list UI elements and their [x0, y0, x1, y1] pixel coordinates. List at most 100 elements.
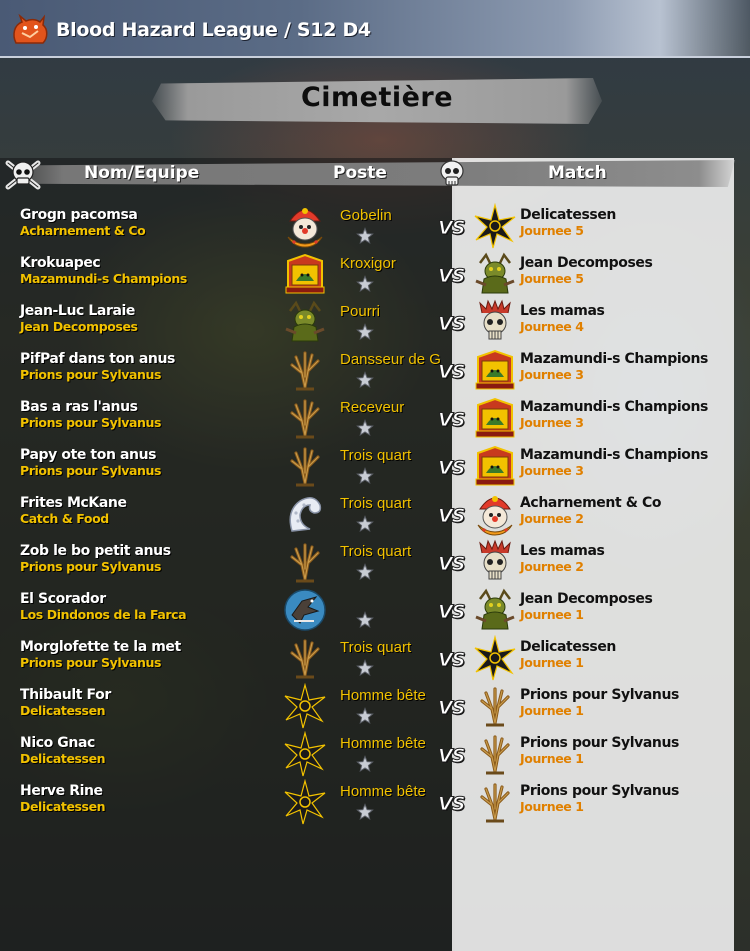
- lizardmen-logo-icon[interactable]: [282, 251, 328, 297]
- column-header-name-team[interactable]: Nom/Equipe: [84, 163, 199, 183]
- match-round[interactable]: Journee 2: [520, 511, 584, 526]
- casualty-row: Nico Gnac Delicatessen Homme bête VS Pri…: [0, 730, 750, 783]
- nurgle-logo-icon[interactable]: [472, 251, 518, 297]
- bird-logo-icon[interactable]: [282, 587, 328, 633]
- match-round[interactable]: Journee 1: [520, 799, 584, 814]
- player-name[interactable]: El Scorador: [20, 591, 106, 607]
- star-icon: [356, 323, 374, 341]
- match-round[interactable]: Journee 3: [520, 415, 584, 430]
- casualty-row: Grogn pacomsa Acharnement & Co Gobelin V…: [0, 202, 750, 255]
- player-team[interactable]: Delicatessen: [20, 799, 106, 814]
- vs-label: VS: [437, 409, 465, 432]
- match-round[interactable]: Journee 1: [520, 655, 584, 670]
- opponent-team[interactable]: Delicatessen: [520, 639, 616, 655]
- match-round[interactable]: Journee 5: [520, 271, 584, 286]
- opponent-team[interactable]: Mazamundi-s Champions: [520, 447, 708, 463]
- player-team[interactable]: Catch & Food: [20, 511, 109, 526]
- player-team[interactable]: Delicatessen: [20, 703, 106, 718]
- player-team[interactable]: Jean Decomposes: [20, 319, 138, 334]
- opponent-team[interactable]: Mazamundi-s Champions: [520, 399, 708, 415]
- player-team[interactable]: Prions pour Sylvanus: [20, 655, 162, 670]
- player-name[interactable]: Frites McKane: [20, 495, 127, 511]
- match-round[interactable]: Journee 4: [520, 319, 584, 334]
- clown-logo-icon[interactable]: [472, 491, 518, 537]
- treeman-logo-icon[interactable]: [472, 731, 518, 777]
- treeman-logo-icon[interactable]: [472, 779, 518, 825]
- page-title: Cimetière: [300, 82, 454, 113]
- star-icon: [356, 803, 374, 821]
- star-icon: [356, 563, 374, 581]
- tentacle-logo-icon[interactable]: [282, 491, 328, 537]
- player-name[interactable]: Thibault For: [20, 687, 111, 703]
- player-name[interactable]: Jean-Luc Laraie: [20, 303, 135, 319]
- opponent-team[interactable]: Jean Decomposes: [520, 591, 653, 607]
- vs-label: VS: [437, 601, 465, 624]
- vs-label: VS: [437, 745, 465, 768]
- match-round[interactable]: Journee 1: [520, 703, 584, 718]
- lizardmen-logo-icon[interactable]: [472, 395, 518, 441]
- lizardmen-logo-icon[interactable]: [472, 443, 518, 489]
- treeman-logo-icon[interactable]: [282, 395, 328, 441]
- chaos-star-logo-icon[interactable]: [282, 682, 328, 729]
- player-team[interactable]: Delicatessen: [20, 751, 106, 766]
- opponent-team[interactable]: Mazamundi-s Champions: [520, 351, 708, 367]
- player-team[interactable]: Prions pour Sylvanus: [20, 367, 162, 382]
- star-icon: [356, 227, 374, 245]
- league-title[interactable]: Blood Hazard League / S12 D4: [56, 19, 371, 41]
- player-name[interactable]: Zob le bo petit anus: [20, 543, 171, 559]
- player-team[interactable]: Mazamundi-s Champions: [20, 271, 187, 286]
- blood-hazard-logo-icon[interactable]: [10, 13, 50, 49]
- player-name[interactable]: Papy ote ton anus: [20, 447, 157, 463]
- treeman-logo-icon[interactable]: [282, 635, 328, 681]
- opponent-team[interactable]: Les mamas: [520, 543, 605, 559]
- treeman-logo-icon[interactable]: [282, 539, 328, 585]
- match-round[interactable]: Journee 3: [520, 463, 584, 478]
- match-round[interactable]: Journee 2: [520, 559, 584, 574]
- opponent-team[interactable]: Acharnement & Co: [520, 495, 662, 511]
- opponent-team[interactable]: Prions pour Sylvanus: [520, 687, 679, 703]
- casualty-row: Zob le bo petit anus Prions pour Sylvanu…: [0, 539, 750, 591]
- player-team[interactable]: Los Dindonos de la Farca: [20, 607, 187, 622]
- opponent-team[interactable]: Les mamas: [520, 303, 605, 319]
- opponent-team[interactable]: Delicatessen: [520, 207, 616, 223]
- match-round[interactable]: Journee 5: [520, 223, 584, 238]
- player-name[interactable]: Nico Gnac: [20, 735, 95, 751]
- nurgle-logo-icon[interactable]: [472, 587, 518, 633]
- opponent-team[interactable]: Prions pour Sylvanus: [520, 735, 679, 751]
- casualty-row: Morglofette te la met Prions pour Sylvan…: [0, 634, 750, 687]
- treeman-logo-icon[interactable]: [472, 683, 518, 729]
- player-name[interactable]: Grogn pacomsa: [20, 207, 138, 223]
- column-header-position[interactable]: Poste: [333, 163, 387, 183]
- column-header-match[interactable]: Match: [548, 163, 607, 183]
- player-team[interactable]: Prions pour Sylvanus: [20, 463, 162, 478]
- chaos-star-logo-icon[interactable]: [472, 202, 518, 249]
- nurgle-logo-icon[interactable]: [282, 299, 328, 345]
- vs-label: VS: [437, 553, 465, 576]
- opponent-team[interactable]: Prions pour Sylvanus: [520, 783, 679, 799]
- match-round[interactable]: Journee 1: [520, 751, 584, 766]
- skull-logo-icon[interactable]: [472, 539, 518, 585]
- chaos-star-logo-icon[interactable]: [472, 634, 518, 681]
- vs-label: VS: [437, 265, 465, 288]
- treeman-logo-icon[interactable]: [282, 347, 328, 393]
- match-round[interactable]: Journee 3: [520, 367, 584, 382]
- player-name[interactable]: Bas a ras l'anus: [20, 399, 138, 415]
- casualty-row: Frites McKane Catch & Food Trois quart V…: [0, 495, 750, 543]
- vs-label: VS: [437, 649, 465, 672]
- player-team[interactable]: Prions pour Sylvanus: [20, 559, 162, 574]
- player-name[interactable]: Herve Rine: [20, 783, 103, 799]
- chaos-star-logo-icon[interactable]: [282, 778, 328, 825]
- player-name[interactable]: Morglofette te la met: [20, 639, 181, 655]
- lizardmen-logo-icon[interactable]: [472, 347, 518, 393]
- opponent-team[interactable]: Jean Decomposes: [520, 255, 653, 271]
- skull-logo-icon[interactable]: [472, 299, 518, 345]
- player-name[interactable]: PifPaf dans ton anus: [20, 351, 175, 367]
- match-round[interactable]: Journee 1: [520, 607, 584, 622]
- treeman-logo-icon[interactable]: [282, 443, 328, 489]
- player-team[interactable]: Prions pour Sylvanus: [20, 415, 162, 430]
- player-team[interactable]: Acharnement & Co: [20, 223, 146, 238]
- player-name[interactable]: Krokuapec: [20, 255, 101, 271]
- chaos-star-logo-icon[interactable]: [282, 730, 328, 777]
- clown-logo-icon[interactable]: [282, 203, 328, 249]
- casualty-row: Thibault For Delicatessen Homme bête VS …: [0, 682, 750, 735]
